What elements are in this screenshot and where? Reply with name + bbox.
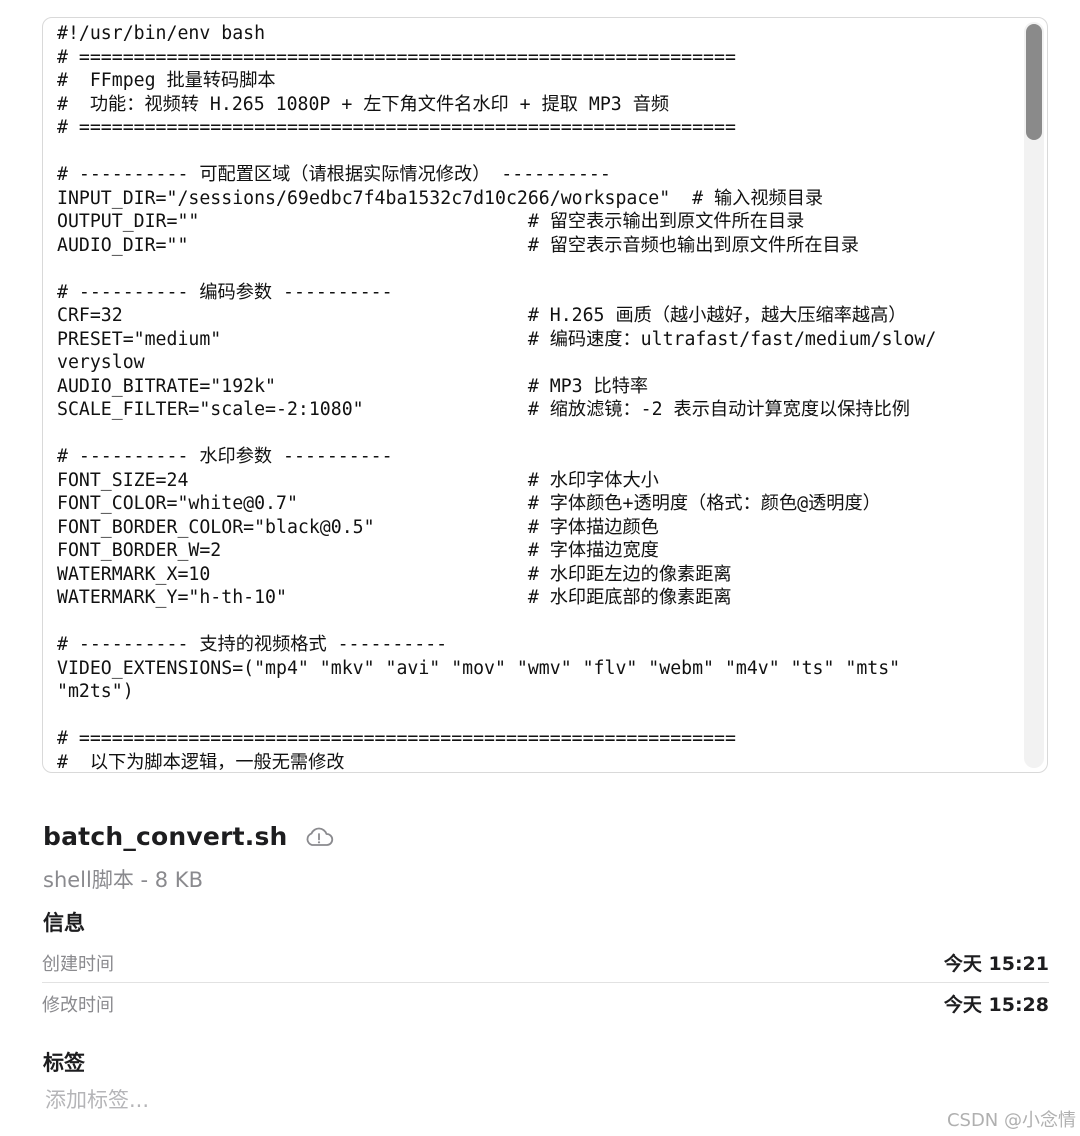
file-kind-size: shell脚本 - 8 KB xyxy=(43,868,203,892)
created-time-value: 今天 15:21 xyxy=(943,953,1049,975)
created-time-row: 创建时间 今天 15:21 xyxy=(42,942,1049,982)
code-line: # ======================================… xyxy=(57,728,736,749)
code-line: # 功能：视频转 H.265 1080P + 左下角文件名水印 + 提取 MP3… xyxy=(57,93,670,115)
code-line: #!/usr/bin/env bash xyxy=(57,23,266,44)
preview-scrollbar[interactable] xyxy=(1024,22,1044,768)
cloud-alert-icon[interactable] xyxy=(304,825,334,849)
code-line: CRF=32 # H.265 画质（越小越好，越大压缩率越高） xyxy=(57,305,907,326)
code-line: # FFmpeg 批量转码脚本 xyxy=(57,70,276,91)
code-line: # ---------- 可配置区域（请根据实际情况修改） ---------- xyxy=(57,164,611,185)
code-line: # ---------- 水印参数 ---------- xyxy=(57,446,393,467)
code-line: FONT_SIZE=24 # 水印字体大小 xyxy=(57,469,659,491)
code-line: PRESET="medium" # 编码速度：ultrafast/fast/me… xyxy=(57,328,937,350)
tags-section-title: 标签 xyxy=(43,1051,85,1075)
code-line: # ======================================… xyxy=(57,117,736,138)
modified-time-label: 修改时间 xyxy=(42,995,114,1016)
code-line: "m2ts") xyxy=(57,681,134,702)
file-preview-panel: #!/usr/bin/env bash # ===================… xyxy=(42,17,1048,773)
code-line: # ---------- 编码参数 ---------- xyxy=(57,281,393,303)
code-line: OUTPUT_DIR="" # 留空表示输出到原文件所在目录 xyxy=(57,211,805,232)
code-line: INPUT_DIR="/sessions/69edbc7f4ba1532c7d1… xyxy=(57,187,824,209)
code-preview: #!/usr/bin/env bash # ===================… xyxy=(57,22,997,772)
file-name: batch_convert.sh xyxy=(43,822,288,851)
code-line: FONT_BORDER_W=2 # 字体描边宽度 xyxy=(57,540,659,561)
code-line: SCALE_FILTER="scale=-2:1080" # 缩放滤镜：-2 表… xyxy=(57,399,910,420)
code-line: # 以下为脚本逻辑，一般无需修改 xyxy=(57,751,345,773)
add-tag-input[interactable] xyxy=(43,1088,545,1112)
file-title-row: batch_convert.sh xyxy=(43,822,334,851)
modified-time-value: 今天 15:28 xyxy=(943,994,1049,1016)
created-time-label: 创建时间 xyxy=(42,954,114,975)
scrollbar-thumb[interactable] xyxy=(1026,24,1042,140)
code-line: WATERMARK_Y="h-th-10" # 水印距底部的像素距离 xyxy=(57,587,732,608)
csdn-watermark: CSDN @小念情 xyxy=(946,1110,1076,1131)
code-line: # ---------- 支持的视频格式 ---------- xyxy=(57,634,448,655)
code-line: FONT_COLOR="white@0.7" # 字体颜色+透明度（格式：颜色@… xyxy=(57,493,881,514)
code-line: AUDIO_DIR="" # 留空表示音频也输出到原文件所在目录 xyxy=(57,234,859,256)
code-line: WATERMARK_X=10 # 水印距左边的像素距离 xyxy=(57,563,732,585)
code-line: VIDEO_EXTENSIONS=("mp4" "mkv" "avi" "mov… xyxy=(57,657,901,679)
code-line: # ======================================… xyxy=(57,46,736,68)
info-section-title: 信息 xyxy=(43,911,85,935)
code-line: AUDIO_BITRATE="192k" # MP3 比特率 xyxy=(57,375,649,397)
modified-time-row: 修改时间 今天 15:28 xyxy=(42,983,1049,1023)
code-line: veryslow xyxy=(57,352,145,373)
code-line: FONT_BORDER_COLOR="black@0.5" # 字体描边颜色 xyxy=(57,516,659,538)
